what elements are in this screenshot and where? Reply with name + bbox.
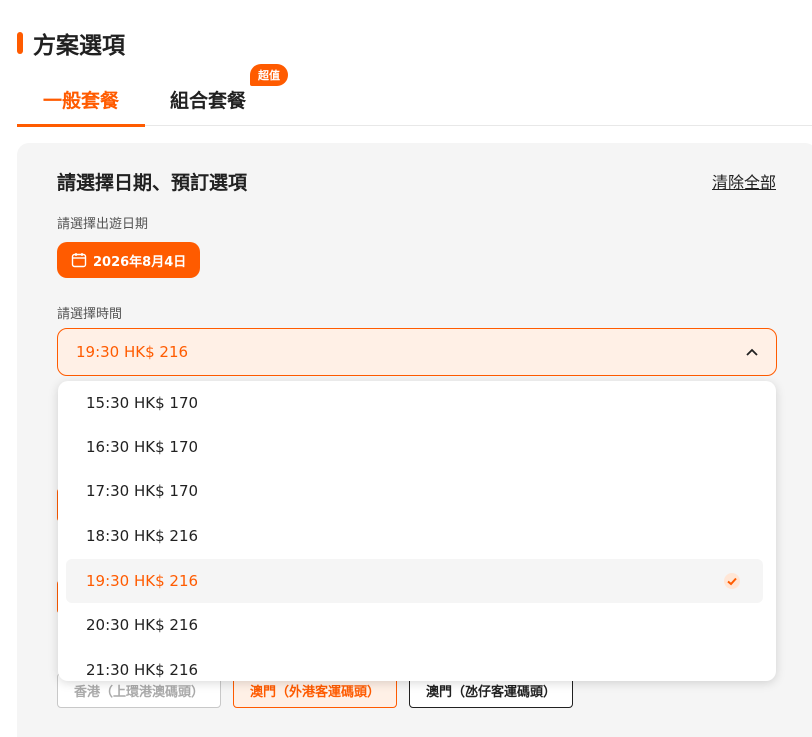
calendar-icon: [71, 253, 87, 268]
time-option-label: 19:30 HK$ 216: [86, 572, 199, 590]
time-option[interactable]: 20:30 HK$ 216: [66, 603, 763, 647]
time-select[interactable]: 19:30 HK$ 216: [57, 328, 777, 376]
clear-all-link[interactable]: 清除全部: [712, 169, 776, 193]
time-option[interactable]: 15:30 HK$ 170: [66, 381, 763, 425]
time-option[interactable]: 18:30 HK$ 216: [66, 514, 763, 558]
time-option[interactable]: 17:30 HK$ 170: [66, 469, 763, 513]
package-tabs: 一般套餐 組合套餐 超值: [17, 64, 812, 127]
title-accent-bar: [17, 32, 23, 54]
time-option[interactable]: 16:30 HK$ 170: [66, 425, 763, 469]
time-select-value: 19:30 HK$ 216: [76, 343, 189, 361]
date-chip[interactable]: 2026年8月4日: [57, 242, 201, 278]
chevron-up-icon: [746, 348, 758, 356]
tab-regular-package[interactable]: 一般套餐: [17, 72, 145, 127]
section-title: 方案選項: [17, 26, 125, 60]
check-icon: [724, 573, 740, 589]
time-label: 請選擇時間: [57, 307, 123, 322]
section-title-text: 方案選項: [33, 33, 125, 59]
time-dropdown: 15:30 HK$ 170 16:30 HK$ 170 17:30 HK$ 17…: [58, 381, 776, 681]
value-badge: 超值: [250, 64, 288, 86]
date-label: 請選擇出遊日期: [57, 217, 149, 232]
page: 方案選項 一般套餐 組合套餐 超值 請選擇日期、預訂選項 清除全部 請選擇出遊日…: [0, 0, 812, 737]
date-value: 2026年8月4日: [93, 254, 187, 270]
tab-combo-package[interactable]: 組合套餐: [152, 72, 264, 126]
time-option[interactable]: 21:30 HK$ 216: [66, 648, 763, 681]
panel-heading: 請選擇日期、預訂選項: [57, 172, 248, 194]
time-option-selected[interactable]: 19:30 HK$ 216: [66, 559, 763, 603]
